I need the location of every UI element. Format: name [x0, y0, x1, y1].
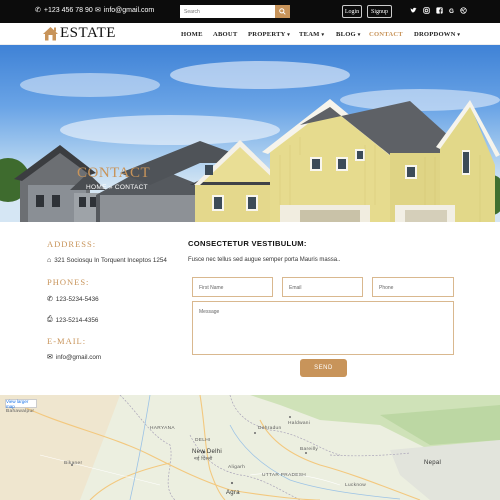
caret-down-icon: ▾ [357, 33, 361, 38]
map-label-bareilly: Bareilly [300, 447, 319, 452]
phone-field[interactable]: Phone [372, 277, 454, 297]
nav-team[interactable]: TEAM ▾ [299, 31, 324, 38]
twitter-icon[interactable] [409, 7, 417, 17]
phone-line-2: ⎙ 123-5214-4356 [47, 316, 98, 324]
phone-1-text: 123-5234-5436 [55, 295, 99, 303]
view-larger-map-button[interactable]: View larger map [5, 399, 37, 409]
facebook-icon[interactable] [435, 7, 443, 17]
caret-down-icon: ▾ [457, 33, 461, 38]
email-text: info@gmail.com [55, 353, 102, 361]
nav-dropdown[interactable]: DROPDOWN ▾ [414, 31, 460, 38]
map-label-nepal: Nepal [424, 460, 442, 466]
phone-icon: ✆ [35, 7, 41, 14]
breadcrumb-home[interactable]: HOME [86, 184, 107, 191]
address-text: 321 Sociosqu In Torquent Inceptos 1254 [54, 257, 167, 264]
phone-2-text: 123-5214-4356 [55, 316, 99, 324]
message-field[interactable]: Message [192, 301, 454, 355]
site-logo[interactable]: ESTATE [42, 26, 116, 41]
phones-heading: PHONES: [47, 277, 90, 287]
nav-blog-label: BLOG [336, 31, 356, 38]
map-label-haldwani: Haldwani [288, 421, 311, 426]
topbar-email-text: info@gmail.com [103, 6, 155, 14]
search-button[interactable] [275, 5, 290, 18]
chevron-right-icon: » [108, 184, 113, 191]
form-title: CONSECTETUR VESTIBULUM: [188, 239, 307, 248]
map-label-new-delhi: New Delhi [192, 449, 223, 455]
caret-down-icon: ▾ [321, 33, 325, 38]
map-label-uttar-pradesh: UTTAR PRADESH [262, 473, 307, 478]
top-bar: ✆ +123 456 78 90 ✉ info@gmail.com Login … [0, 0, 500, 23]
phone-line-1: ✆ 123-5234-5436 [47, 295, 99, 304]
nav-dropdown-label: DROPDOWN [414, 31, 456, 38]
nav-about[interactable]: ABOUT [213, 31, 237, 38]
envelope-icon: ✉ [47, 354, 53, 361]
page-title: CONTACT [77, 165, 151, 181]
map-label-aligarh: Aligarh [228, 465, 246, 470]
nav-blog[interactable]: BLOG ▾ [336, 31, 360, 38]
topbar-phone[interactable]: ✆ +123 456 78 90 [35, 6, 93, 15]
svg-text:G: G [449, 8, 454, 14]
hero-banner: CONTACT HOME » CONTACT [0, 45, 500, 222]
logo-text: ESTATE [60, 25, 116, 41]
map-label-delhi: DELHI [195, 438, 211, 443]
map-label-bahawalpur: Bahawalpur [6, 409, 35, 414]
house-logo-icon [43, 27, 58, 41]
search-icon [279, 8, 286, 15]
nav-contact[interactable]: CONTACT [369, 31, 403, 38]
email-field[interactable]: Email [282, 277, 363, 297]
address-line: ⌂ 321 Sociosqu In Torquent Inceptos 1254 [47, 257, 167, 264]
map-label-new-delhi-hindi: नई दिल्ली [194, 457, 213, 462]
breadcrumb: HOME » CONTACT [86, 184, 148, 191]
map-label-dehradun: Dehradun [258, 426, 282, 431]
first-name-field[interactable]: First Name [192, 277, 273, 297]
nav-team-label: TEAM [299, 31, 320, 38]
search-input[interactable] [180, 5, 275, 18]
dribbble-icon[interactable] [459, 7, 467, 17]
map-label-agra: Agra [226, 490, 240, 496]
email-heading: E-MAIL: [47, 336, 87, 346]
main-nav: ESTATE HOME ABOUT PROPERTY ▾ TEAM ▾ BLOG… [0, 23, 500, 45]
signup-button[interactable]: Signup [367, 5, 392, 18]
map-terrain [0, 395, 500, 500]
nav-property-label: PROPERTY [248, 31, 286, 38]
search-bar [180, 5, 290, 18]
login-button[interactable]: Login [342, 5, 362, 18]
google-icon[interactable]: G [447, 7, 455, 17]
home-icon: ⌂ [47, 257, 52, 264]
map-label-haryana: HARYANA [150, 426, 175, 431]
address-heading: ADDRESS: [47, 239, 97, 249]
breadcrumb-current: CONTACT [114, 184, 148, 191]
email-line[interactable]: ✉ info@gmail.com [47, 353, 102, 362]
instagram-icon[interactable] [422, 7, 430, 17]
phone-icon: ✆ [47, 296, 53, 303]
envelope-icon: ✉ [95, 7, 101, 14]
topbar-email[interactable]: ✉ info@gmail.com [95, 6, 155, 15]
send-button[interactable]: SEND [300, 359, 347, 377]
map-label-lucknow: Lucknow [345, 483, 367, 488]
house-photo [0, 61, 500, 222]
topbar-phone-text: +123 456 78 90 [43, 6, 93, 14]
caret-down-icon: ▾ [287, 33, 290, 38]
nav-property[interactable]: PROPERTY ▾ [248, 31, 290, 38]
embedded-map[interactable]: View larger map Bahawalpur HARYANA DELHI… [0, 395, 500, 500]
map-label-bikaner: Bikaner [64, 461, 83, 466]
form-subtitle: Fusce nec tellus sed augue semper porta … [188, 257, 341, 263]
fax-icon: ⎙ [47, 316, 53, 323]
nav-home[interactable]: HOME [181, 31, 203, 38]
